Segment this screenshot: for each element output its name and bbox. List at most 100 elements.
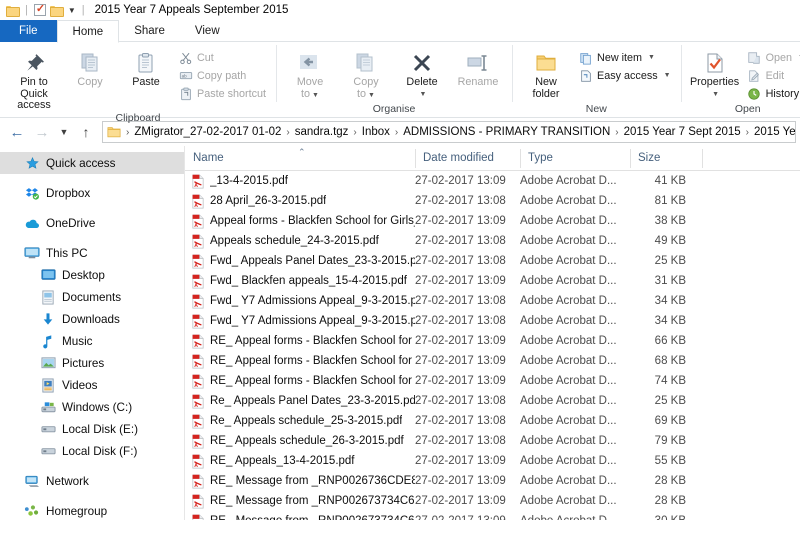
sidebar-item-local-disk-f[interactable]: Local Disk (F:) <box>0 440 184 462</box>
sidebar-item-quick-access[interactable]: Quick access <box>0 152 184 174</box>
column-header-type[interactable]: Type <box>520 146 630 171</box>
sidebar-item-pictures[interactable]: Pictures <box>0 352 184 374</box>
sidebar-item-this-pc[interactable]: This PC <box>0 242 184 264</box>
easy-access-button[interactable]: Easy access ▼ <box>575 67 674 84</box>
open-button[interactable]: Open ▼ <box>744 49 800 66</box>
tab-file[interactable]: File <box>0 20 57 42</box>
table-row[interactable]: A Re_ Appeals schedule_25-3-2015.pdf 27-02… <box>185 411 800 431</box>
pin-to-quick-access-button[interactable]: Pin to Quick access <box>7 46 61 112</box>
breadcrumb-item-5[interactable]: 2015 Year 7 Appeals Se <box>752 126 795 138</box>
move-to-button[interactable]: Move to ▼ <box>283 46 337 101</box>
table-row[interactable]: A Re_ Appeals Panel Dates_23-3-2015.pdf 27… <box>185 391 800 411</box>
ribbon-group-label-new: New <box>585 103 607 115</box>
customize-caret-icon[interactable]: ▼ <box>68 6 76 15</box>
sidebar-item-onedrive[interactable]: OneDrive <box>0 212 184 234</box>
table-row[interactable]: A Fwd_ Appeals Panel Dates_23-3-2015.pdf 2… <box>185 251 800 271</box>
ribbon-group-open: Properties ▼ Open ▼ E <box>680 42 800 118</box>
properties-button[interactable]: Properties ▼ <box>688 46 742 100</box>
file-name-cell[interactable]: A RE_ Message from _RNP002673734C6F__1... <box>185 494 415 509</box>
chevron-down-icon[interactable]: ▼ <box>420 89 427 101</box>
new-item-button[interactable]: New item ▼ <box>575 49 674 66</box>
sidebar-item-music[interactable]: Music <box>0 330 184 352</box>
breadcrumb-item-3[interactable]: ADMISSIONS - PRIMARY TRANSITION <box>401 126 612 138</box>
table-row[interactable]: A Appeal forms - Blackfen School for Girl… <box>185 211 800 231</box>
table-row[interactable]: A _13-4-2015.pdf 27-02-2017 13:09 Adobe Acr… <box>185 171 800 191</box>
breadcrumb-item-0[interactable]: ZMigrator_27-02-2017 01-02 <box>132 126 283 138</box>
paste-shortcut-button[interactable]: Paste shortcut <box>175 85 269 102</box>
tab-home[interactable]: Home <box>56 20 120 43</box>
file-name-cell[interactable]: A RE_ Message from _RNP002673734C6F__1... <box>185 514 415 520</box>
table-row[interactable]: A Appeals schedule_24-3-2015.pdf 27-02-201… <box>185 231 800 251</box>
cut-button[interactable]: Cut <box>175 49 269 66</box>
chevron-down-icon[interactable]: ▼ <box>664 72 671 79</box>
table-row[interactable]: A RE_ Appeals_13-4-2015.pdf 27-02-2017 13:… <box>185 451 800 471</box>
sidebar-item-windows-c[interactable]: Windows (C:) <box>0 396 184 418</box>
table-row[interactable]: ARE_ Message from _RNP0026736CDE88__...2… <box>185 471 800 491</box>
table-row[interactable]: A 28 April_26-3-2015.pdf 27-02-2017 13:08 A… <box>185 191 800 211</box>
sidebar-item-downloads[interactable]: Downloads <box>0 308 184 330</box>
folder-icon[interactable] <box>6 5 20 17</box>
file-name-cell[interactable]: A Re_ Appeals Panel Dates_23-3-2015.pdf <box>185 394 415 409</box>
breadcrumb-item-4[interactable]: 2015 Year 7 Sept 2015 <box>622 126 743 138</box>
column-header-size[interactable]: Size <box>630 146 702 171</box>
new-folder-icon[interactable] <box>49 5 64 17</box>
svg-text:A: A <box>194 463 198 469</box>
file-name-cell[interactable]: A RE_ Appeals schedule_26-3-2015.pdf <box>185 434 415 449</box>
sidebar-item-desktop[interactable]: Desktop <box>0 264 184 286</box>
file-name-cell[interactable]: A Fwd_ Y7 Admissions Appeal_9-3-2015.pdf <box>185 314 415 329</box>
file-name-cell[interactable]: A RE_ Appeal forms - Blackfen School for … <box>185 334 415 349</box>
sidebar-item-local-disk-e[interactable]: Local Disk (E:) <box>0 418 184 440</box>
file-name-cell[interactable]: A 28 April_26-3-2015.pdf <box>185 194 415 209</box>
file-name-cell[interactable]: A Appeal forms - Blackfen School for Girl… <box>185 214 415 229</box>
sidebar-item-homegroup[interactable]: Homegroup <box>0 500 184 520</box>
paste-button[interactable]: Paste <box>119 46 173 89</box>
file-name-cell[interactable]: A Re_ Appeals schedule_25-3-2015.pdf <box>185 414 415 429</box>
pdf-icon: A <box>191 294 205 309</box>
delete-button[interactable]: Delete ▼ <box>395 46 449 100</box>
sidebar-item-documents[interactable]: Documents <box>0 286 184 308</box>
properties-icon[interactable] <box>33 2 46 16</box>
table-row[interactable]: A Fwd_ Y7 Admissions Appeal_9-3-2015.pdf 2… <box>185 311 800 331</box>
chevron-down-icon[interactable]: ▼ <box>712 89 719 101</box>
file-name-cell[interactable]: A RE_ Appeals_13-4-2015.pdf <box>185 454 415 469</box>
file-date-cell: 27-02-2017 13:08 <box>415 415 506 427</box>
tab-share[interactable]: Share <box>119 20 180 42</box>
table-row[interactable]: A Fwd_ Y7 Admissions Appeal_9-3-2015.pdf 2… <box>185 291 800 311</box>
file-name-cell[interactable]: A RE_ Message from _RNP0026736CDE88__... <box>185 474 415 489</box>
table-row[interactable]: A RE_ Appeal forms - Blackfen School for … <box>185 351 800 371</box>
breadcrumb-separator: › <box>353 126 357 138</box>
rename-button[interactable]: Rename <box>451 46 505 89</box>
copy-path-button[interactable]: ab Copy path <box>175 67 269 84</box>
chevron-down-icon[interactable]: ▼ <box>648 54 655 61</box>
sidebar-item-network[interactable]: Network <box>0 470 184 492</box>
file-name-cell[interactable]: A Fwd_ Y7 Admissions Appeal_9-3-2015.pdf <box>185 294 415 309</box>
table-row[interactable]: A RE_ Appeal forms - Blackfen School for … <box>185 371 800 391</box>
table-row[interactable]: A RE_ Message from _RNP002673734C6F__1...… <box>185 491 800 511</box>
table-row[interactable]: A Fwd_ Blackfen appeals_15-4-2015.pdf 27-0… <box>185 271 800 291</box>
rename-label: Rename <box>457 76 499 88</box>
column-header-date-modified[interactable]: Date modified <box>415 146 520 171</box>
copy-to-button[interactable]: Copy to ▼ <box>339 46 393 101</box>
table-row[interactable]: A RE_ Message from _RNP002673734C6F__1...… <box>185 511 800 520</box>
file-name-cell[interactable]: A Fwd_ Blackfen appeals_15-4-2015.pdf <box>185 274 415 289</box>
sidebar-item-dropbox[interactable]: Dropbox <box>0 182 184 204</box>
file-name-cell[interactable]: A RE_ Appeal forms - Blackfen School for … <box>185 374 415 389</box>
tab-view[interactable]: View <box>180 20 235 42</box>
file-size-cell: 25 KB <box>654 255 686 267</box>
table-row[interactable]: A RE_ Appeals schedule_26-3-2015.pdf 27-02… <box>185 431 800 451</box>
history-button[interactable]: History <box>744 85 800 102</box>
edit-button[interactable]: Edit <box>744 67 800 84</box>
pdf-icon: A <box>191 474 205 489</box>
table-row[interactable]: A RE_ Appeal forms - Blackfen School for … <box>185 331 800 351</box>
file-name-cell[interactable]: A _13-4-2015.pdf <box>185 174 415 189</box>
sidebar-item-videos[interactable]: Videos <box>0 374 184 396</box>
breadcrumb-item-1[interactable]: sandra.tgz <box>293 126 351 138</box>
column-header-name[interactable]: Name ⌃ <box>185 146 415 171</box>
new-folder-button[interactable]: New folder <box>519 46 573 100</box>
file-name-cell[interactable]: A Appeals schedule_24-3-2015.pdf <box>185 234 415 249</box>
copy-button[interactable]: Copy <box>63 46 117 89</box>
breadcrumb-item-2[interactable]: Inbox <box>360 126 392 138</box>
sidebar-item-label: Local Disk (E:) <box>62 422 138 436</box>
file-name-cell[interactable]: A Fwd_ Appeals Panel Dates_23-3-2015.pdf <box>185 254 415 269</box>
file-name-cell[interactable]: A RE_ Appeal forms - Blackfen School for … <box>185 354 415 369</box>
